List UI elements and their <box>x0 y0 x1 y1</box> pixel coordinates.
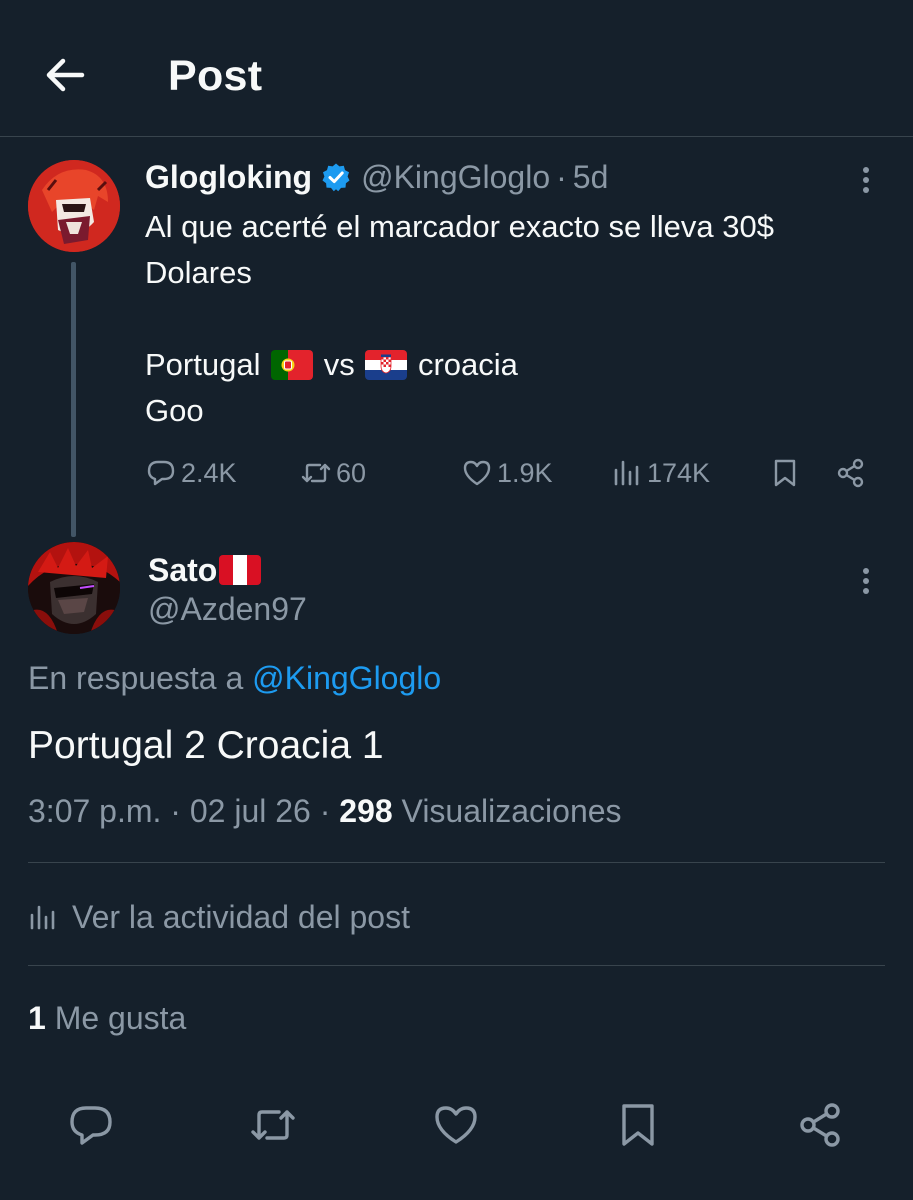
page-title: Post <box>168 52 263 100</box>
heart-icon <box>435 1106 477 1144</box>
parent-timestamp[interactable]: 5d <box>573 159 609 196</box>
reply-metadata: 3:07 p.m. · 02 jul 26 · 298 Visualizacio… <box>28 793 622 830</box>
reply-count: 2.4K <box>181 457 237 488</box>
parent-more-options-icon[interactable] <box>854 160 878 200</box>
like-count: 1.9K <box>497 457 553 488</box>
share-button[interactable] <box>796 1100 846 1150</box>
replying-to-label: En respuesta a <box>28 660 244 696</box>
view-post-activity-link[interactable]: Ver la actividad del post <box>28 892 410 942</box>
analytics-icon <box>614 460 639 486</box>
reply-action-bar <box>0 1100 913 1150</box>
bookmark-button[interactable] <box>769 452 801 494</box>
tweet-text-line: Al que acerté el marcador exacto se llev… <box>145 209 774 244</box>
verified-badge-icon <box>322 163 350 192</box>
parent-author-name[interactable]: Glogloking <box>145 159 312 196</box>
back-arrow-icon[interactable] <box>40 50 90 100</box>
reply-views-label: Visualizaciones <box>401 793 622 829</box>
parent-author-handle[interactable]: @KingGloglo <box>361 159 550 196</box>
reply-author-row: Sato <box>148 550 263 590</box>
separator-dot: · <box>319 793 331 829</box>
bookmark-button[interactable] <box>613 1100 663 1150</box>
separator-dot: · <box>170 793 181 829</box>
reply-button[interactable] <box>66 1100 116 1150</box>
divider <box>28 862 885 863</box>
tweet-text-line: Goo <box>145 393 204 428</box>
share-button[interactable] <box>835 452 867 494</box>
reply-author-handle[interactable]: @Azden97 <box>148 591 307 628</box>
reply-author-avatar[interactable] <box>28 542 120 634</box>
reply-more-options-icon[interactable] <box>854 561 878 601</box>
views-button[interactable]: 174K <box>611 452 710 494</box>
repost-icon <box>301 463 331 483</box>
peru-flag-icon <box>219 555 262 585</box>
divider <box>28 965 885 966</box>
reply-button[interactable]: 2.4K <box>145 452 237 494</box>
reply-icon <box>147 460 175 486</box>
reply-views-count: 298 <box>339 793 393 829</box>
likes-count: 1 <box>28 1000 46 1036</box>
parent-action-bar: 2.4K 60 1.9K 174K <box>145 452 885 494</box>
share-icon <box>837 458 864 488</box>
reply-icon <box>70 1106 112 1145</box>
parent-author-row: Glogloking @KingGloglo · 5d <box>145 157 608 197</box>
likes-label: Me gusta <box>54 1000 187 1036</box>
like-button[interactable] <box>431 1100 481 1150</box>
like-button[interactable]: 1.9K <box>461 452 553 494</box>
repost-button[interactable]: 60 <box>300 452 366 494</box>
share-icon <box>800 1103 840 1147</box>
tweet-text-line: Portugal vs croacia <box>145 342 890 388</box>
reply-author-name[interactable]: Sato <box>148 552 217 589</box>
reply-date[interactable]: 02 jul 26 <box>190 793 311 829</box>
tweet-word: croacia <box>417 347 518 382</box>
bookmark-icon <box>774 459 796 487</box>
tweet-word: Portugal <box>145 347 261 382</box>
portugal-flag-icon <box>271 350 314 380</box>
activity-label: Ver la actividad del post <box>72 898 410 935</box>
repost-button[interactable] <box>248 1100 298 1150</box>
separator-dot: · <box>556 158 567 195</box>
croatia-flag-icon <box>365 350 408 380</box>
repost-count: 60 <box>336 457 367 488</box>
replying-to-line: En respuesta a @KingGloglo <box>28 660 441 697</box>
thread-connector-line <box>71 262 76 537</box>
views-count: 174K <box>647 457 711 488</box>
likes-summary[interactable]: 1 Me gusta <box>28 1000 186 1037</box>
replying-to-mention-link[interactable]: @KingGloglo <box>252 660 441 696</box>
bookmark-icon <box>622 1104 654 1146</box>
parent-tweet-text: Al que acerté el marcador exacto se llev… <box>145 204 890 434</box>
top-bar: Post <box>0 0 913 137</box>
tweet-text-line: Dolares <box>145 255 252 290</box>
heart-icon <box>463 460 491 486</box>
repost-icon <box>251 1110 295 1140</box>
tweet-word: vs <box>323 347 355 382</box>
analytics-icon <box>30 905 55 930</box>
parent-author-avatar[interactable] <box>28 160 120 252</box>
reply-text: Portugal 2 Croacia 1 <box>28 724 384 767</box>
reply-time[interactable]: 3:07 p.m. <box>28 793 161 829</box>
